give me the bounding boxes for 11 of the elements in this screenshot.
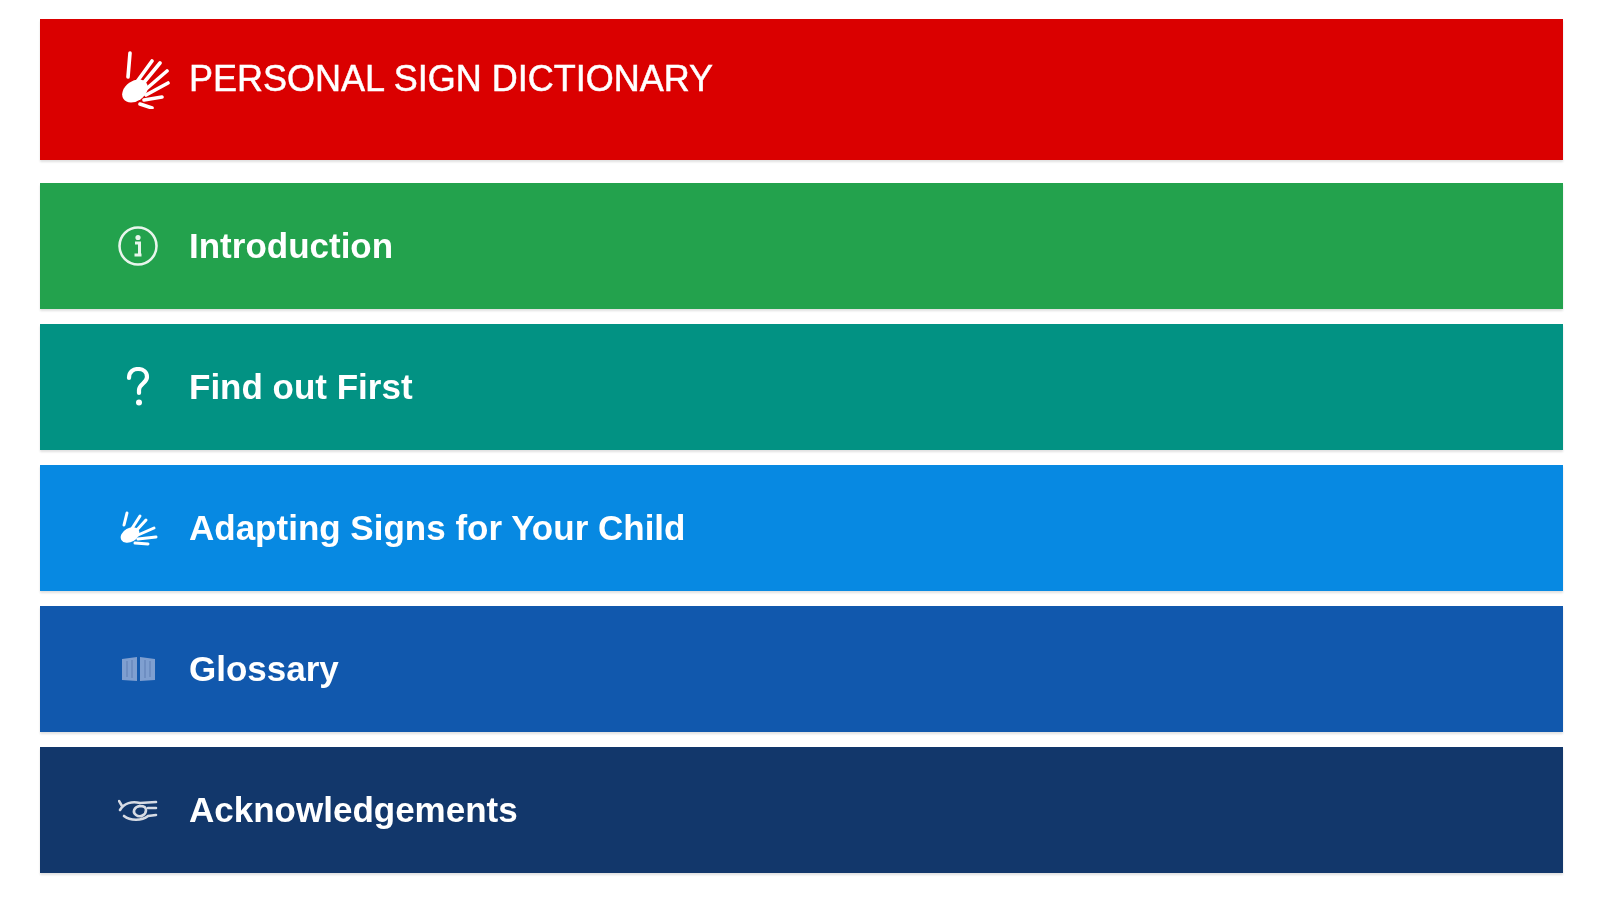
hands-icon	[118, 797, 158, 823]
hands-icon	[118, 510, 158, 546]
question-mark-icon	[126, 367, 150, 407]
menu-item[interactable]: Introduction	[40, 183, 1563, 309]
menu-item[interactable]: Acknowledgements	[40, 747, 1563, 873]
info-icon	[118, 226, 158, 266]
menu-item[interactable]: Find out First	[40, 324, 1563, 450]
menu-item[interactable]: Glossary	[40, 606, 1563, 732]
app-title: PERSONAL SIGN DICTIONARY	[189, 58, 714, 100]
book-icon	[120, 656, 156, 682]
menu-item[interactable]: Adapting Signs for Your Child	[40, 465, 1563, 591]
